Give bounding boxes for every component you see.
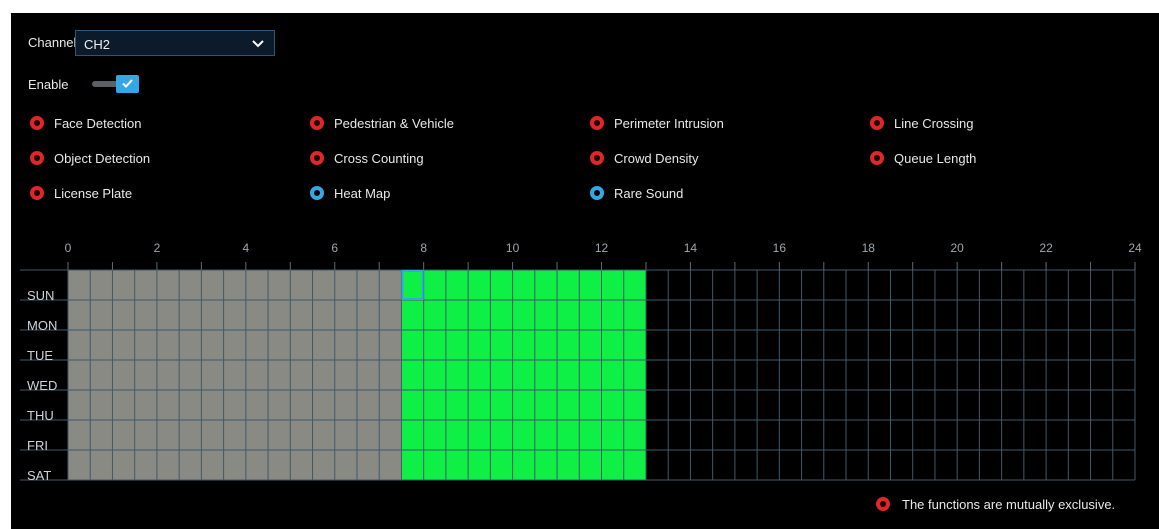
day-label: SUN — [27, 288, 54, 303]
hour-label: 16 — [773, 241, 787, 255]
day-label: WED — [27, 378, 57, 393]
hour-label: 20 — [950, 241, 964, 255]
hour-label: 8 — [420, 241, 427, 255]
hour-label: 14 — [684, 241, 698, 255]
schedule-block[interactable] — [68, 270, 402, 480]
day-label: FRI — [27, 438, 48, 453]
exclusive-note-text: The functions are mutually exclusive. — [902, 497, 1116, 512]
hour-label: 10 — [506, 241, 520, 255]
schedule-block[interactable] — [401, 270, 646, 480]
hour-label: 22 — [1039, 241, 1053, 255]
hour-label: 2 — [154, 241, 161, 255]
hour-label: 24 — [1128, 241, 1142, 255]
weekly-schedule[interactable]: 0 2 4 6 8 10 12 14 16 18 20 22 24SUNMONTUEWEDTHUFRIS… — [0, 0, 1159, 529]
hour-label: 12 — [595, 241, 609, 255]
hour-label: 0 — [65, 241, 72, 255]
day-label: TUE — [27, 348, 53, 363]
hour-label: 6 — [331, 241, 338, 255]
hour-label: 4 — [242, 241, 249, 255]
hour-label: 18 — [862, 241, 876, 255]
day-label: THU — [27, 408, 54, 423]
red-radio-icon — [876, 497, 890, 511]
day-label: MON — [27, 318, 57, 333]
day-label: SAT — [27, 468, 51, 483]
